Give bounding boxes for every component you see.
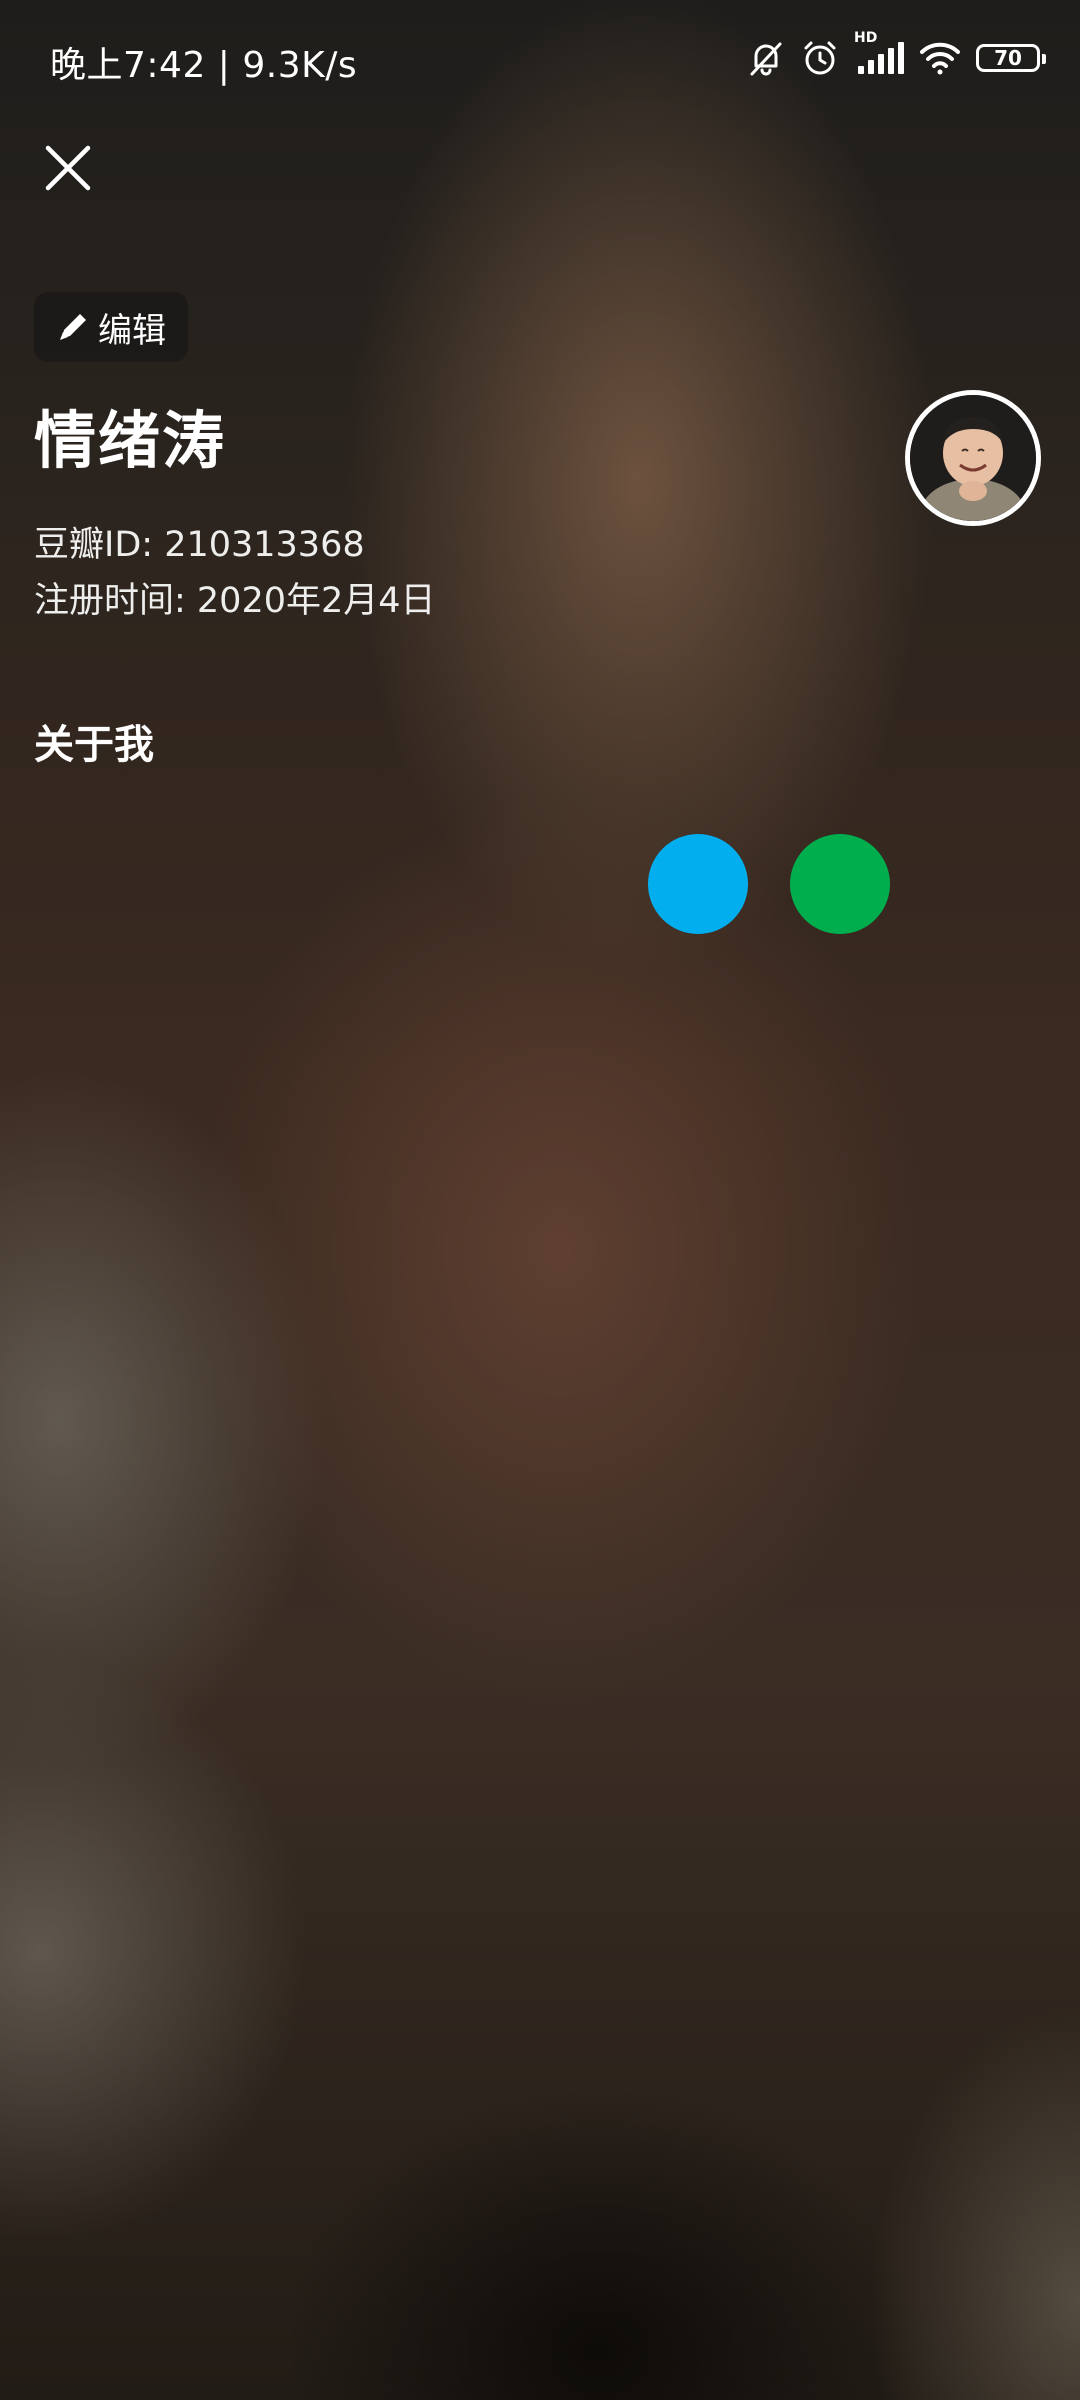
close-button[interactable] bbox=[40, 140, 96, 196]
profile-name: 情绪涛 bbox=[34, 404, 227, 477]
about-me-heading: 关于我 bbox=[34, 722, 154, 768]
douban-id: 豆瓣ID: 210313368 bbox=[34, 525, 365, 565]
network-type-label: HD bbox=[854, 30, 878, 46]
alarm-icon bbox=[800, 38, 840, 78]
edit-button[interactable]: 编辑 bbox=[34, 292, 188, 362]
edit-button-label: 编辑 bbox=[98, 310, 166, 351]
status-icons: HD 70 bbox=[746, 30, 1046, 78]
register-time: 注册时间: 2020年2月4日 bbox=[34, 581, 436, 621]
avatar[interactable] bbox=[905, 390, 1041, 526]
battery-level: 70 bbox=[994, 46, 1022, 70]
close-icon bbox=[45, 145, 91, 191]
profile-screen: 晚上7:42 | 9.3K/s HD 70 编辑 情绪涛 豆瓣ID: 21031… bbox=[0, 0, 1080, 2400]
battery-indicator: 70 bbox=[976, 44, 1046, 72]
loading-dot-green bbox=[790, 834, 890, 934]
bell-off-icon bbox=[746, 38, 786, 78]
avatar-image bbox=[910, 395, 1036, 521]
signal-icon: HD bbox=[854, 30, 904, 78]
loading-dot-blue bbox=[648, 834, 748, 934]
pencil-icon bbox=[60, 314, 86, 340]
status-bar: 晚上7:42 | 9.3K/s HD 70 bbox=[0, 0, 1080, 126]
wifi-icon bbox=[918, 38, 962, 78]
status-time-speed: 晚上7:42 | 9.3K/s bbox=[50, 45, 358, 86]
